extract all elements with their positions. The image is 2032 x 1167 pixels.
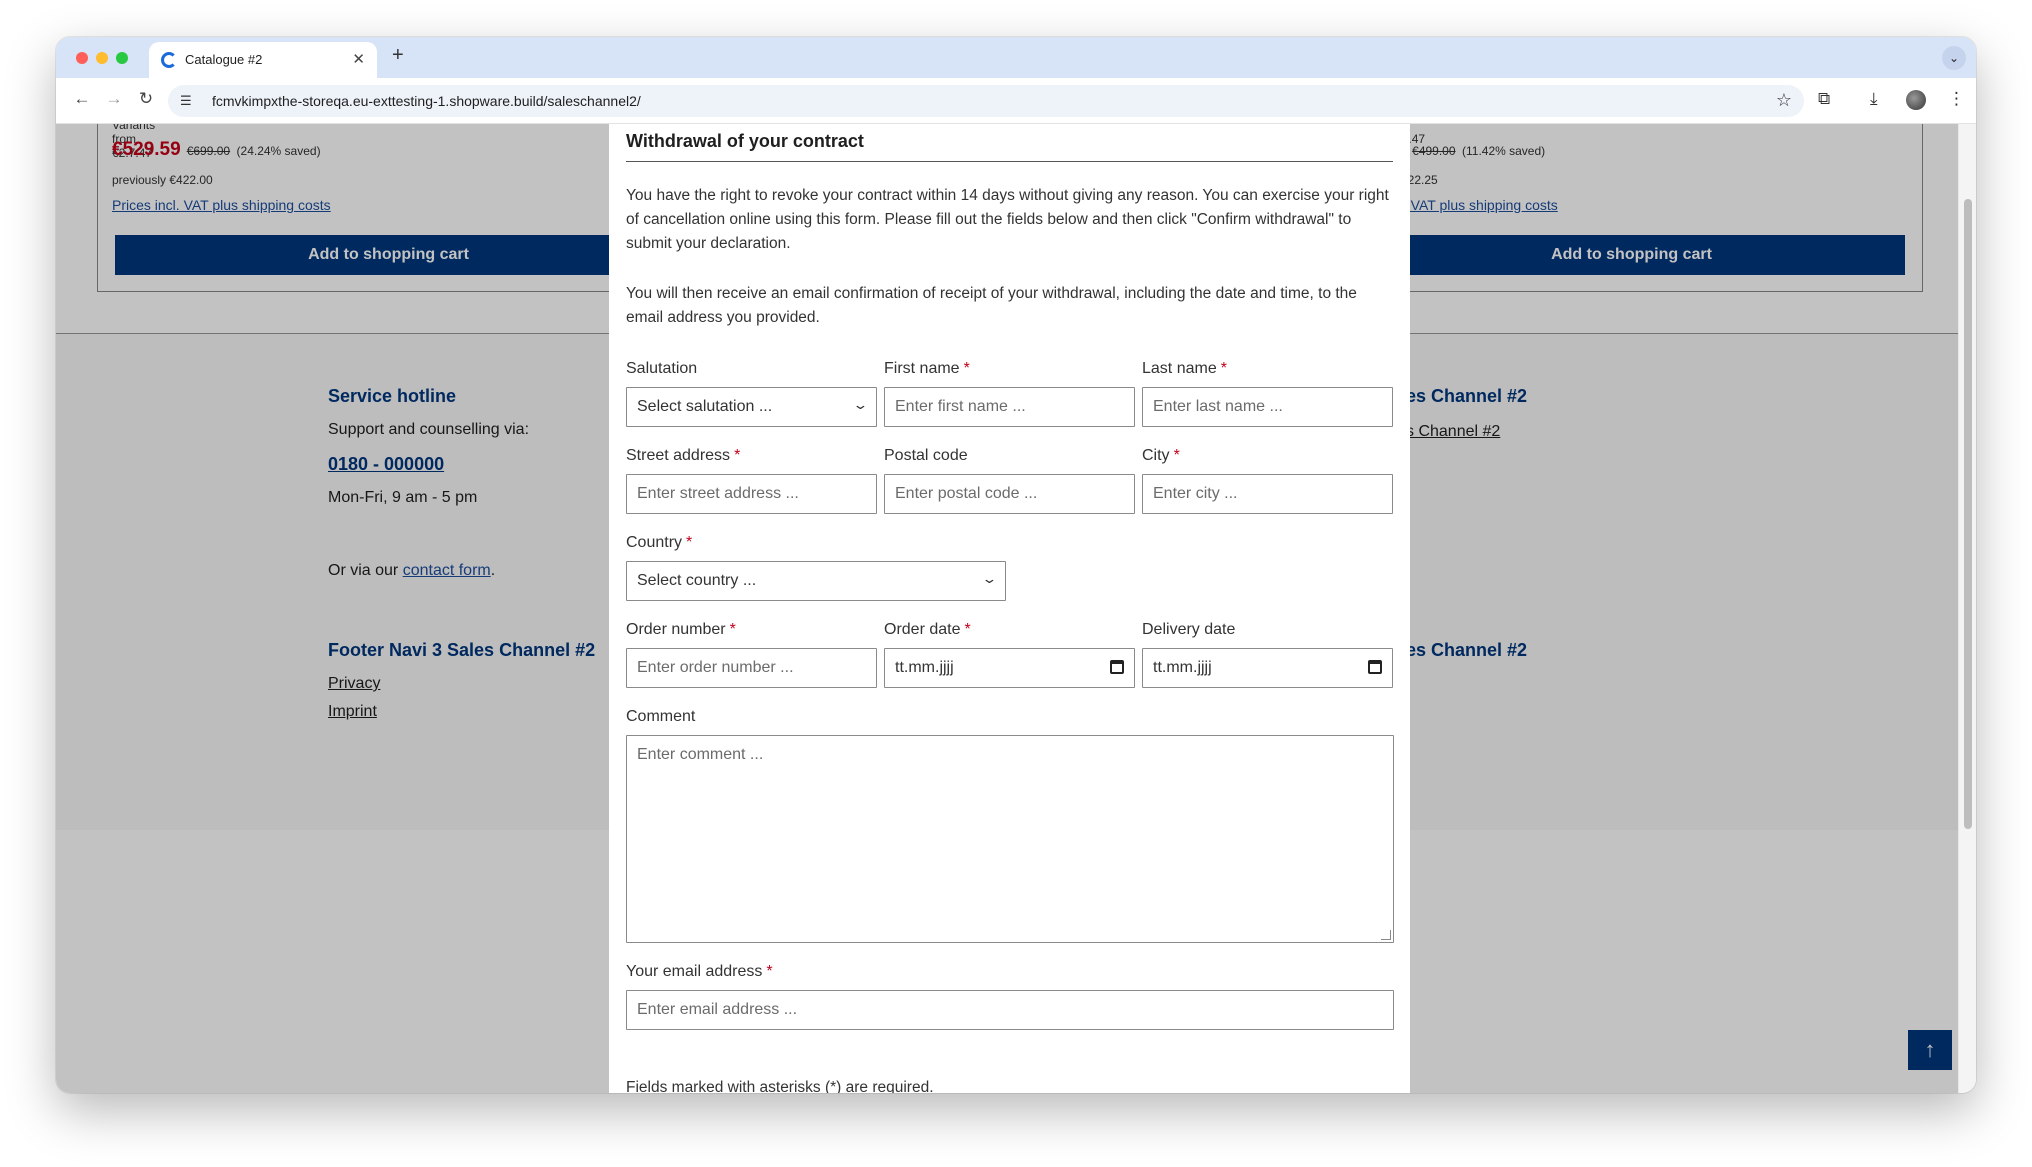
first-name-placeholder: Enter first name ... <box>895 398 1026 415</box>
download-icon[interactable]: ⤓ <box>1870 89 1878 109</box>
city-label: City * <box>1142 447 1180 464</box>
email-placeholder: Enter email address ... <box>637 1001 798 1018</box>
modal-divider <box>626 161 1393 162</box>
scrollbar-thumb[interactable] <box>1964 199 1972 829</box>
tab-bar: Catalogue #2 ✕ + ⌄ <box>56 37 1976 78</box>
salutation-select[interactable]: Select salutation ... ⌄ <box>626 387 877 427</box>
tab-search-button[interactable]: ⌄ <box>1942 46 1966 70</box>
page-viewport: Variants from €2.7.47 €529.59 €699.00 (24… <box>56 124 1976 1093</box>
email-label: Your email address * <box>626 963 773 980</box>
delivery-date-label: Delivery date <box>1142 621 1236 638</box>
first-name-label: First name * <box>884 360 970 377</box>
page-scrollbar[interactable] <box>1958 124 1976 1093</box>
withdrawal-modal: Withdrawal of your contract You have the… <box>609 124 1410 1093</box>
favicon-icon <box>161 52 177 68</box>
confirmation-paragraph: You will then receive an email confirmat… <box>626 285 1357 326</box>
salutation-label: Salutation <box>626 360 698 377</box>
minimize-window-button[interactable] <box>96 52 108 64</box>
order-number-input[interactable]: Enter order number ... <box>626 648 877 688</box>
reload-icon[interactable]: ↻ <box>134 89 158 109</box>
chevron-down-icon: ⌄ <box>981 571 998 586</box>
last-name-label: Last name * <box>1142 360 1227 377</box>
back-arrow-icon[interactable]: ← <box>70 89 94 109</box>
new-tab-button[interactable]: + <box>392 44 404 67</box>
delivery-date-value: tt.mm.jjjj <box>1153 659 1212 676</box>
city-placeholder: Enter city ... <box>1153 485 1238 502</box>
order-date-label: Order date * <box>884 621 971 638</box>
calendar-icon[interactable] <box>1110 660 1124 674</box>
profile-avatar[interactable] <box>1906 90 1926 110</box>
browser-toolbar: ← → ↻ ☰ fcmvkimpxthe-storeqa.eu-exttesti… <box>56 78 1976 124</box>
last-name-input[interactable]: Enter last name ... <box>1142 387 1393 427</box>
tab-catalogue[interactable]: Catalogue #2 ✕ <box>149 42 377 78</box>
forward-arrow-icon[interactable]: → <box>102 89 126 109</box>
maximize-window-button[interactable] <box>116 52 128 64</box>
postal-code-input[interactable]: Enter postal code ... <box>884 474 1135 514</box>
calendar-icon[interactable] <box>1368 660 1382 674</box>
last-name-placeholder: Enter last name ... <box>1153 398 1283 415</box>
resize-handle-icon[interactable] <box>1381 930 1391 940</box>
close-window-button[interactable] <box>76 52 88 64</box>
comment-textarea[interactable]: Enter comment ... <box>626 735 1394 943</box>
country-label: Country * <box>626 534 693 551</box>
order-date-input[interactable]: tt.mm.jjjj <box>884 648 1135 688</box>
order-number-placeholder: Enter order number ... <box>637 659 794 676</box>
order-number-label: Order number * <box>626 621 736 638</box>
salutation-value: Select salutation ... <box>637 398 773 415</box>
url-text[interactable]: fcmvkimpxthe-storeqa.eu-exttesting-1.sho… <box>212 93 641 109</box>
street-placeholder: Enter street address ... <box>637 485 799 502</box>
modal-title: Withdrawal of your contract <box>626 131 864 151</box>
required-footnote: Fields marked with asterisks (*) are req… <box>626 1079 934 1093</box>
browser-window: Catalogue #2 ✕ + ⌄ ← → ↻ ☰ fcmvkimpxthe-… <box>56 37 1976 1093</box>
site-settings-icon[interactable]: ☰ <box>180 93 192 109</box>
extensions-icon[interactable]: ⧉ <box>1818 89 1830 109</box>
city-input[interactable]: Enter city ... <box>1142 474 1393 514</box>
street-input[interactable]: Enter street address ... <box>626 474 877 514</box>
street-label: Street address * <box>626 447 741 464</box>
comment-label: Comment <box>626 708 696 725</box>
email-input[interactable]: Enter email address ... <box>626 990 1394 1030</box>
postal-code-label: Postal code <box>884 447 968 464</box>
country-select[interactable]: Select country ... ⌄ <box>626 561 1006 601</box>
country-value: Select country ... <box>637 572 757 589</box>
address-bar[interactable]: ☰ fcmvkimpxthe-storeqa.eu-exttesting-1.s… <box>168 85 1804 117</box>
tab-title: Catalogue #2 <box>185 52 263 67</box>
menu-kebab-icon[interactable]: ⋮ <box>1948 89 1965 109</box>
chevron-down-icon: ⌄ <box>852 397 869 412</box>
order-date-value: tt.mm.jjjj <box>895 659 954 676</box>
postal-code-placeholder: Enter postal code ... <box>895 485 1038 502</box>
first-name-input[interactable]: Enter first name ... <box>884 387 1135 427</box>
delivery-date-input[interactable]: tt.mm.jjjj <box>1142 648 1393 688</box>
intro-paragraph: You have the right to revoke your contra… <box>626 187 1389 252</box>
comment-placeholder: Enter comment ... <box>637 746 764 763</box>
tab-close-icon[interactable]: ✕ <box>352 50 365 68</box>
bookmark-star-icon[interactable]: ☆ <box>1776 90 1792 111</box>
